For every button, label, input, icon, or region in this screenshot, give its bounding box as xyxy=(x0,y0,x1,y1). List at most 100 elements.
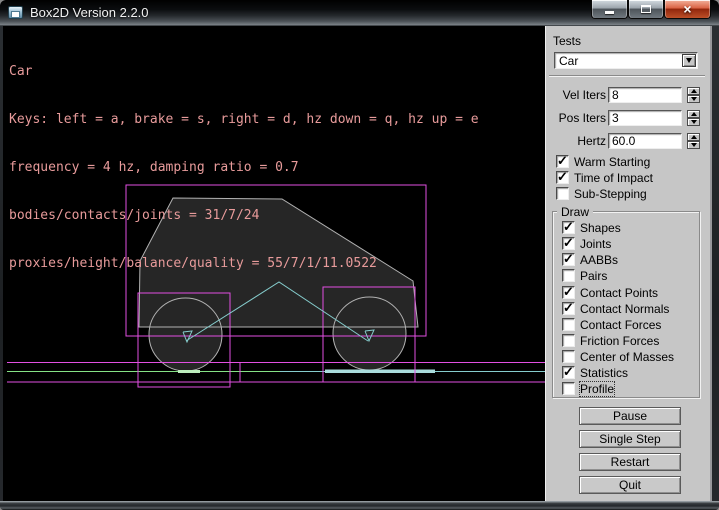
hertz-label: Hertz xyxy=(546,134,606,148)
vel-iters-input[interactable]: 8 xyxy=(608,87,682,103)
spinner-up-button[interactable] xyxy=(687,133,700,141)
spinner-down-button[interactable] xyxy=(687,95,700,103)
checkbox-warm-starting[interactable]: ✓ Warm Starting xyxy=(556,155,650,168)
check-icon: ✓ xyxy=(563,222,574,232)
check-icon: ✓ xyxy=(563,287,574,297)
draw-checkbox-profile[interactable]: Profile xyxy=(562,382,614,395)
draw-checkbox-pairs[interactable]: Pairs xyxy=(562,269,607,282)
hertz-input[interactable]: 60.0 xyxy=(608,133,682,149)
checkbox-label: Pairs xyxy=(580,269,607,283)
close-icon: × xyxy=(683,1,691,18)
control-panel: Tests Car Vel Iters 8 Pos Iters 3 xyxy=(545,26,712,501)
dropdown-button[interactable] xyxy=(682,54,696,67)
hertz-row: Hertz 60.0 xyxy=(546,133,706,149)
checkbox-label: Profile xyxy=(580,382,614,396)
vel-iters-label: Vel Iters xyxy=(546,88,606,102)
checkbox-label: Joints xyxy=(580,237,611,251)
draw-group-title: Draw xyxy=(557,205,593,219)
chevron-down-icon xyxy=(686,58,692,63)
window-controls: × xyxy=(591,0,711,19)
spinner-down-icon xyxy=(691,143,697,147)
checkbox-box: ✓ xyxy=(562,286,575,299)
vel-iters-spinner xyxy=(687,87,700,103)
close-button[interactable]: × xyxy=(664,0,711,19)
spinner-down-button[interactable] xyxy=(687,141,700,149)
pos-iters-label: Pos Iters xyxy=(546,111,606,125)
hud-body-counts: bodies/contacts/joints = 31/7/24 xyxy=(9,208,479,224)
hud-proxy-stats: proxies/height/balance/quality = 55/7/1/… xyxy=(9,256,479,272)
checkbox-box xyxy=(562,269,575,282)
simulation-canvas[interactable]: Car Keys: left = a, brake = s, right = d… xyxy=(3,26,545,501)
checkbox-box xyxy=(562,350,575,363)
spinner-up-icon xyxy=(691,89,697,93)
hud-frequency: frequency = 4 hz, damping ratio = 0.7 xyxy=(9,160,479,176)
checkbox-box: ✓ xyxy=(562,221,575,234)
restart-button[interactable]: Restart xyxy=(579,453,681,471)
checkbox-box: ✓ xyxy=(556,155,569,168)
check-icon: ✓ xyxy=(563,238,574,248)
checkbox-box: ✓ xyxy=(562,302,575,315)
draw-checkbox-friction-forces[interactable]: Friction Forces xyxy=(562,334,659,347)
checkbox-label: Friction Forces xyxy=(580,334,659,348)
pause-button[interactable]: Pause xyxy=(579,407,681,425)
debug-hud: Car Keys: left = a, brake = s, right = d… xyxy=(9,32,479,304)
hud-test-name: Car xyxy=(9,64,479,80)
checkbox-label: Center of Masses xyxy=(580,350,674,364)
checkbox-box: ✓ xyxy=(562,237,575,250)
draw-checkbox-contact-normals[interactable]: ✓ Contact Normals xyxy=(562,302,669,315)
separator xyxy=(549,75,705,77)
tests-selected-value: Car xyxy=(555,54,697,68)
single-step-button[interactable]: Single Step xyxy=(579,430,681,448)
spinner-up-button[interactable] xyxy=(687,87,700,95)
checkbox-label: Contact Normals xyxy=(580,302,669,316)
checkbox-box: ✓ xyxy=(556,171,569,184)
minimize-button[interactable] xyxy=(591,0,628,19)
checkbox-box xyxy=(562,318,575,331)
quit-button[interactable]: Quit xyxy=(579,476,681,494)
ground-aabb-lines xyxy=(7,363,545,383)
check-icon: ✓ xyxy=(557,172,568,182)
draw-checkbox-statistics[interactable]: ✓ Statistics xyxy=(562,366,628,379)
bridge-plank xyxy=(325,370,435,374)
spinner-up-button[interactable] xyxy=(687,110,700,118)
checkbox-label: Time of Impact xyxy=(574,171,653,185)
client-area: Car Keys: left = a, brake = s, right = d… xyxy=(3,26,712,501)
checkbox-label: Statistics xyxy=(580,366,628,380)
contact-point xyxy=(178,370,200,373)
checkbox-box xyxy=(556,187,569,200)
checkbox-sub-stepping[interactable]: Sub-Stepping xyxy=(556,187,647,200)
spinner-up-icon xyxy=(691,112,697,116)
checkbox-label: AABBs xyxy=(580,253,618,267)
checkbox-label: Shapes xyxy=(580,221,621,235)
spinner-up-icon xyxy=(691,135,697,139)
checkbox-time-of-impact[interactable]: ✓ Time of Impact xyxy=(556,171,653,184)
spinner-down-button[interactable] xyxy=(687,118,700,126)
draw-checkbox-joints[interactable]: ✓ Joints xyxy=(562,237,611,250)
check-icon: ✓ xyxy=(563,367,574,377)
draw-checkbox-shapes[interactable]: ✓ Shapes xyxy=(562,221,621,234)
app-icon[interactable] xyxy=(8,6,23,19)
pos-iters-row: Pos Iters 3 xyxy=(546,110,706,126)
checkbox-label: Contact Points xyxy=(580,286,658,300)
draw-checkbox-aabbs[interactable]: ✓ AABBs xyxy=(562,253,618,266)
maximize-icon xyxy=(641,5,651,13)
checkbox-label: Contact Forces xyxy=(580,318,661,332)
pos-iters-spinner xyxy=(687,110,700,126)
app-window: Box2D Version 2.2.0 × xyxy=(0,0,719,510)
spinner-down-icon xyxy=(691,120,697,124)
pos-iters-input[interactable]: 3 xyxy=(608,110,682,126)
hertz-spinner xyxy=(687,133,700,149)
draw-checkbox-contact-points[interactable]: ✓ Contact Points xyxy=(562,286,658,299)
checkbox-box xyxy=(562,334,575,347)
checkbox-label: Sub-Stepping xyxy=(574,187,647,201)
checkbox-box: ✓ xyxy=(562,366,575,379)
vel-iters-row: Vel Iters 8 xyxy=(546,87,706,103)
tests-dropdown[interactable]: Car xyxy=(554,52,698,69)
draw-checkbox-center-of-masses[interactable]: Center of Masses xyxy=(562,350,674,363)
draw-checkbox-contact-forces[interactable]: Contact Forces xyxy=(562,318,661,331)
window-title: Box2D Version 2.2.0 xyxy=(30,0,149,26)
tests-label: Tests xyxy=(553,34,581,48)
maximize-button[interactable] xyxy=(628,0,664,19)
window-bottom-border xyxy=(0,501,719,510)
title-bar[interactable]: Box2D Version 2.2.0 × xyxy=(0,0,719,26)
